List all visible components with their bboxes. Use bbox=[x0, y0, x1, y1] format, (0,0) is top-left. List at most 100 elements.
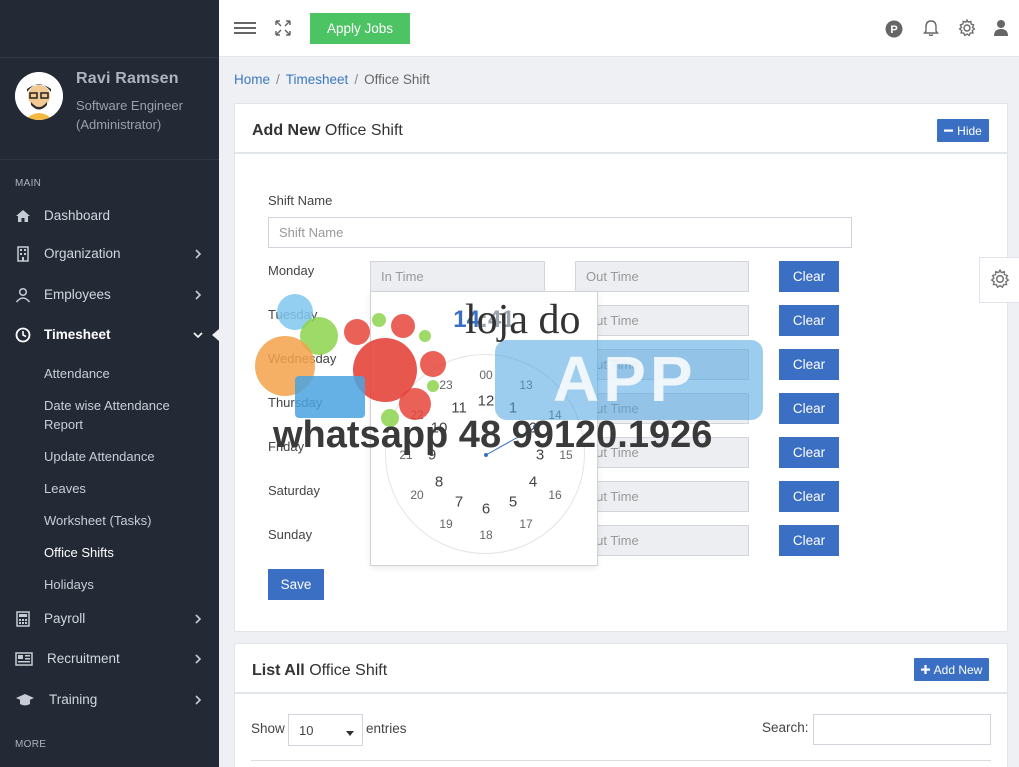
search-label: Search: bbox=[762, 720, 809, 735]
sidebar-item-timesheet[interactable]: Timesheet bbox=[0, 315, 219, 355]
clock-number[interactable]: 17 bbox=[519, 517, 532, 531]
clock-minute[interactable]: 41 bbox=[488, 306, 515, 333]
user-icon bbox=[15, 287, 31, 303]
sidebar-item-dashboard[interactable]: Dashboard bbox=[0, 196, 219, 236]
sidebar-item-recruitment[interactable]: Recruitment bbox=[0, 639, 219, 679]
entries-select[interactable]: 10 bbox=[288, 714, 363, 746]
day-label-sunday: Sunday bbox=[268, 527, 313, 542]
apply-jobs-button[interactable]: Apply Jobs bbox=[310, 13, 410, 44]
sidebar-subitem-worksheet[interactable]: Worksheet (Tasks) bbox=[44, 511, 151, 530]
clock-hour[interactable]: 14 bbox=[453, 306, 480, 333]
clock-number[interactable]: 22 bbox=[410, 408, 423, 422]
show-label: Show bbox=[251, 721, 285, 736]
building-icon bbox=[15, 246, 31, 262]
clear-button-monday[interactable]: Clear bbox=[779, 261, 839, 292]
home-icon bbox=[15, 208, 31, 224]
clock-number[interactable]: 3 bbox=[536, 447, 544, 464]
in-time-input-monday[interactable]: In Time bbox=[370, 261, 545, 292]
clear-button-sunday[interactable]: Clear bbox=[779, 525, 839, 556]
clock-number[interactable]: 6 bbox=[482, 501, 490, 518]
more-section-label: MORE bbox=[15, 739, 47, 750]
sidebar-item-label: Recruitment bbox=[47, 651, 120, 666]
clock-picker[interactable]: 14:41 00 13 14 15 16 17 18 19 20 21 22 2… bbox=[370, 291, 598, 566]
breadcrumb-timesheet[interactable]: Timesheet bbox=[286, 72, 349, 87]
hide-button[interactable]: Hide bbox=[937, 119, 989, 142]
clock-number[interactable]: 13 bbox=[519, 378, 532, 392]
clock-number[interactable]: 7 bbox=[455, 494, 463, 511]
entries-select-value: 10 bbox=[299, 722, 314, 738]
bell-icon[interactable] bbox=[922, 19, 940, 37]
save-button[interactable]: Save bbox=[268, 569, 324, 600]
sidebar-subitem-holidays[interactable]: Holidays bbox=[44, 575, 94, 594]
clock-number[interactable]: 4 bbox=[529, 474, 537, 491]
sidebar-subitem-office-shifts[interactable]: Office Shifts bbox=[44, 543, 114, 562]
sidebar-item-organization[interactable]: Organization bbox=[0, 234, 219, 274]
shift-name-label: Shift Name bbox=[268, 193, 333, 208]
sidebar-item-training[interactable]: Training bbox=[0, 680, 219, 720]
settings-float-button[interactable] bbox=[979, 257, 1019, 303]
clock-time-display: 14:41 bbox=[371, 306, 597, 334]
clock-number[interactable]: 10 bbox=[431, 420, 448, 437]
user-icon[interactable] bbox=[993, 19, 1011, 37]
card-title: List All Office Shift bbox=[252, 662, 387, 680]
sidebar-subitem-update-attendance[interactable]: Update Attendance bbox=[44, 447, 155, 466]
clock-number[interactable]: 1 bbox=[509, 400, 517, 417]
out-time-input-tuesday[interactable]: Out Time bbox=[575, 305, 749, 336]
clock-number[interactable]: 15 bbox=[559, 448, 572, 462]
chevron-right-icon bbox=[193, 611, 203, 627]
sidebar-subitem-leaves[interactable]: Leaves bbox=[44, 479, 86, 498]
avatar[interactable] bbox=[15, 72, 63, 120]
add-new-label: Add New bbox=[933, 662, 983, 677]
out-time-input-thursday[interactable]: Out Time bbox=[575, 393, 749, 424]
gear-icon bbox=[990, 268, 1010, 292]
calculator-icon bbox=[15, 611, 31, 627]
clock-number[interactable]: 14 bbox=[548, 408, 561, 422]
clock-number[interactable]: 23 bbox=[439, 378, 452, 392]
card-title: Add New Office Shift bbox=[252, 122, 403, 140]
clear-button-friday[interactable]: Clear bbox=[779, 437, 839, 468]
clock-number[interactable]: 5 bbox=[509, 494, 517, 511]
clear-button-tuesday[interactable]: Clear bbox=[779, 305, 839, 336]
card-title-bold: List All bbox=[252, 662, 305, 679]
out-time-input-wednesday[interactable]: Out Time bbox=[575, 349, 749, 380]
clock-number[interactable]: 16 bbox=[548, 488, 561, 502]
menu-icon[interactable] bbox=[234, 19, 256, 37]
clear-button-thursday[interactable]: Clear bbox=[779, 393, 839, 424]
clock-number[interactable]: 19 bbox=[439, 517, 452, 531]
top-bar: Apply Jobs P bbox=[219, 0, 1019, 57]
clock-number[interactable]: 21 bbox=[399, 448, 412, 462]
sidebar-subitem-attendance[interactable]: Attendance bbox=[44, 364, 110, 383]
out-time-input-sunday[interactable]: Out Time bbox=[575, 525, 749, 556]
shift-name-input[interactable]: Shift Name bbox=[268, 217, 852, 248]
out-time-input-monday[interactable]: Out Time bbox=[575, 261, 749, 292]
day-label-monday: Monday bbox=[268, 263, 315, 278]
user-name: Ravi Ramsen bbox=[76, 70, 179, 87]
sidebar-item-payroll[interactable]: Payroll bbox=[0, 599, 219, 639]
clock-number[interactable]: 2 bbox=[529, 420, 537, 437]
out-time-input-friday[interactable]: Out Time bbox=[575, 437, 749, 468]
main-section-label: MAIN bbox=[15, 178, 42, 189]
gear-icon[interactable] bbox=[958, 18, 976, 37]
clock-number[interactable]: 9 bbox=[428, 447, 436, 464]
day-label-friday: Friday bbox=[268, 439, 305, 454]
out-time-input-saturday[interactable]: Out Time bbox=[575, 481, 749, 512]
breadcrumb-home[interactable]: Home bbox=[234, 72, 270, 87]
clock-number[interactable]: 00 bbox=[479, 368, 492, 382]
hide-label: Hide bbox=[957, 123, 982, 138]
sidebar-item-employees[interactable]: Employees bbox=[0, 275, 219, 315]
clock-number[interactable]: 11 bbox=[451, 400, 467, 417]
clock-number[interactable]: 20 bbox=[410, 488, 423, 502]
fullscreen-icon[interactable] bbox=[274, 19, 292, 37]
breadcrumb: Home / Timesheet / Office Shift bbox=[234, 72, 430, 87]
clear-button-wednesday[interactable]: Clear bbox=[779, 349, 839, 380]
clock-number[interactable]: 8 bbox=[435, 474, 443, 491]
clear-button-saturday[interactable]: Clear bbox=[779, 481, 839, 512]
clock-dial[interactable]: 00 13 14 15 16 17 18 19 20 21 22 23 1 2 … bbox=[385, 354, 585, 554]
add-new-button[interactable]: Add New bbox=[914, 658, 989, 681]
clock-number[interactable]: 12 bbox=[478, 393, 495, 410]
clock-number[interactable]: 18 bbox=[479, 528, 492, 542]
sidebar-item-label: Organization bbox=[44, 246, 121, 261]
p-badge-icon[interactable]: P bbox=[885, 20, 903, 38]
search-input[interactable] bbox=[813, 714, 991, 745]
sidebar-subitem-date-wise-attendance[interactable]: Date wise Attendance Report bbox=[44, 396, 170, 434]
